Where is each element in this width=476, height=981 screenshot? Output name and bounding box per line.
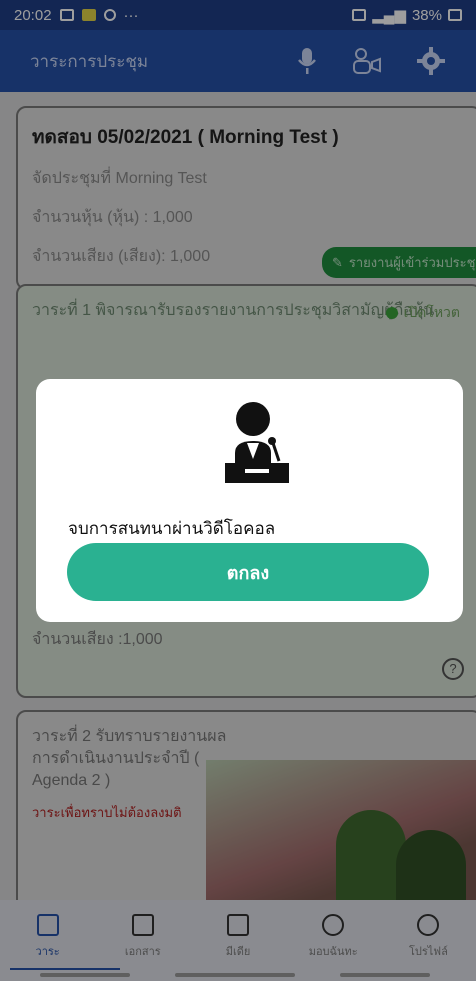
dialog-message: จบการสนทนาผ่านวิดีโอคอล (68, 519, 276, 538)
speaker-podium-icon (225, 402, 289, 483)
call-ended-dialog: จบการสนทนาผ่านวิดีโอคอล ตกลง (36, 379, 463, 622)
ok-button[interactable]: ตกลง (67, 543, 429, 601)
